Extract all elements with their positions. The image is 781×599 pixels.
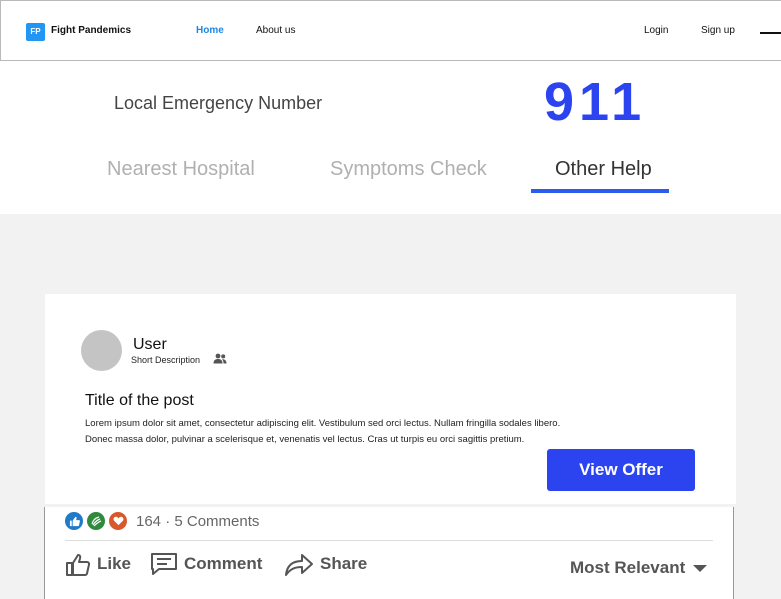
comment-button[interactable]: Comment <box>150 551 262 577</box>
user-short-description: Short Description <box>131 355 201 365</box>
heart-reaction-icon <box>109 512 127 530</box>
emergency-info-panel: Local Emergency Number 911 Nearest Hospi… <box>0 61 781 214</box>
nav-link-home[interactable]: Home <box>196 25 224 36</box>
logo-badge[interactable]: FP <box>26 23 45 41</box>
logo-text[interactable]: Fight Pandemics <box>51 25 131 36</box>
post-body-line: Donec massa dolor, pulvinar a scelerisqu… <box>85 434 525 445</box>
like-label: Like <box>97 554 132 573</box>
tab-nearest-hospital[interactable]: Nearest Hospital <box>107 158 255 181</box>
social-bar: 164 · 5 Comments Like Comment Share Most… <box>44 507 734 599</box>
like-reaction-icon <box>65 512 83 530</box>
sort-label: Most Relevant <box>570 558 686 577</box>
active-tab-indicator <box>531 189 669 193</box>
share-button[interactable]: Share <box>284 551 367 577</box>
emergency-label: Local Emergency Number <box>114 93 323 113</box>
avatar[interactable] <box>81 330 122 371</box>
post-body-line: Lorem ipsum dolor sit amet, consectetur … <box>85 418 561 429</box>
caret-down-icon <box>693 564 708 572</box>
user-name[interactable]: User <box>133 336 167 354</box>
post-body: Lorem ipsum dolor sit amet, consectetur … <box>85 416 645 448</box>
signup-link[interactable]: Sign up <box>701 25 735 36</box>
tab-other-help[interactable]: Other Help <box>555 158 652 181</box>
comment-icon <box>151 553 177 575</box>
divider <box>65 540 713 541</box>
comment-label: Comment <box>184 554 263 573</box>
post-card: User Short Description Title of the post… <box>45 294 736 504</box>
reactions-summary[interactable]: 164 · 5 Comments <box>65 512 259 530</box>
sort-dropdown[interactable]: Most Relevant <box>570 558 708 578</box>
share-label: Share <box>320 554 368 573</box>
tab-symptoms-check[interactable]: Symptoms Check <box>330 158 487 181</box>
like-button[interactable]: Like <box>65 551 131 577</box>
emergency-number[interactable]: 911 <box>544 71 646 133</box>
menu-icon[interactable] <box>760 32 781 34</box>
support-reaction-icon <box>87 512 105 530</box>
post-title: Title of the post <box>85 392 194 409</box>
top-nav: FP Fight Pandemics Home About us Login S… <box>0 0 781 61</box>
login-link[interactable]: Login <box>644 25 668 36</box>
view-offer-button[interactable]: View Offer <box>547 449 695 491</box>
people-icon <box>213 353 227 364</box>
nav-link-about[interactable]: About us <box>256 25 295 36</box>
thumbs-up-icon <box>66 554 91 576</box>
share-icon <box>285 554 313 576</box>
reaction-count[interactable]: 164 · 5 Comments <box>136 513 259 530</box>
